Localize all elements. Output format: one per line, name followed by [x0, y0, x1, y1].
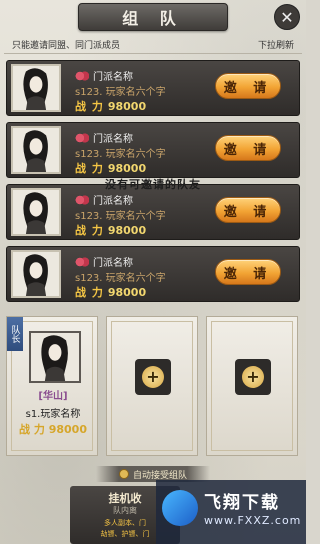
- invite-button[interactable]: 邀 请: [215, 259, 281, 285]
- member-row: 门派名称 s123. 玩家名六个字 战 力 98000 邀 请: [6, 246, 300, 302]
- power-value: 98000: [107, 224, 147, 237]
- close-icon[interactable]: ✕: [274, 4, 300, 30]
- power-label: 战 力: [75, 162, 104, 175]
- member-avatar: [11, 188, 61, 236]
- power-line: 战 力 98000: [75, 160, 146, 176]
- player-name: s123. 玩家名六个字: [75, 211, 166, 222]
- portrait-image: [13, 252, 59, 296]
- guild-line: 门派名称: [75, 192, 133, 207]
- guild-name: 门派名称: [93, 258, 133, 269]
- leader-tag: 队长: [7, 317, 23, 351]
- plus-icon: +: [142, 366, 164, 388]
- player-name: s123. 玩家名六个字: [75, 149, 166, 160]
- player-name: s123. 玩家名六个字: [75, 273, 166, 284]
- guild-emblem-icon: [75, 194, 89, 205]
- portrait-image: [13, 66, 59, 110]
- window-title: 组 队: [78, 3, 228, 31]
- team-panel: 队长 [华山] s1.玩家名称 战 力 98000 + +: [6, 316, 300, 456]
- power-value: 98000: [107, 100, 147, 113]
- power-label: 战 力: [75, 286, 104, 299]
- invite-button[interactable]: 邀 请: [215, 135, 281, 161]
- guild-name: 门派名称: [93, 196, 133, 207]
- add-member-button[interactable]: +: [235, 359, 271, 395]
- leader-power: 战 力 98000: [7, 421, 99, 437]
- player-name: s123. 玩家名六个字: [75, 87, 166, 98]
- plus-icon: +: [242, 366, 264, 388]
- power-value: 98000: [48, 423, 87, 436]
- power-line: 战 力 98000: [75, 284, 146, 300]
- portrait-image: [31, 333, 79, 381]
- power-label: 战 力: [75, 224, 104, 237]
- watermark-title: 飞翔下载: [204, 493, 280, 513]
- power-label: 战 力: [75, 100, 104, 113]
- power-value: 98000: [107, 162, 147, 175]
- leader-sect: [华山]: [38, 391, 68, 402]
- title-bar: 组 队 ✕: [0, 0, 306, 34]
- portrait-image: [13, 190, 59, 234]
- empty-hint: 没有可邀请的队友: [105, 178, 201, 191]
- guild-emblem-icon: [75, 70, 89, 81]
- member-row: 门派名称 s123. 玩家名六个字 战 力 98000 邀 请: [6, 184, 300, 240]
- guild-line: 门派名称: [75, 254, 133, 269]
- power-label: 战 力: [19, 423, 45, 436]
- power-value: 98000: [107, 286, 147, 299]
- invite-button[interactable]: 邀 请: [215, 197, 281, 223]
- check-icon: [118, 469, 129, 479]
- guild-name: 门派名称: [93, 72, 133, 83]
- power-line: 战 力 98000: [75, 222, 146, 238]
- guild-line: 门派名称: [75, 68, 133, 83]
- guild-emblem-icon: [75, 256, 89, 267]
- empty-slot: +: [106, 316, 198, 456]
- power-line: 战 力 98000: [75, 98, 146, 114]
- member-avatar: [11, 126, 61, 174]
- invite-button[interactable]: 邀 请: [215, 73, 281, 99]
- leader-name: s1.玩家名称: [25, 409, 81, 420]
- member-row: 门派名称 s123. 玩家名六个字 战 力 98000 邀 请: [6, 60, 300, 116]
- leader-card[interactable]: 队长 [华山] s1.玩家名称 战 力 98000: [6, 316, 98, 456]
- invite-rule-text: 只能邀请同盟、同门派成员: [12, 41, 121, 51]
- empty-slot: +: [206, 316, 298, 456]
- guild-line: 门派名称: [75, 130, 133, 145]
- leader-avatar: [29, 331, 81, 383]
- auto-accept-label: 自动接受组队: [132, 470, 187, 481]
- add-member-button[interactable]: +: [135, 359, 171, 395]
- portrait-image: [13, 128, 59, 172]
- watermark-url: www.FXXZ.com: [204, 514, 302, 527]
- pull-refresh-text[interactable]: 下拉刷新: [258, 38, 294, 51]
- guild-emblem-icon: [75, 132, 89, 143]
- guild-name: 门派名称: [93, 134, 133, 145]
- member-avatar: [11, 250, 61, 298]
- subheader: 只能邀请同盟、同门派成员 下拉刷新: [4, 36, 302, 54]
- member-row: 门派名称 s123. 玩家名六个字 战 力 98000 邀 请: [6, 122, 300, 178]
- member-avatar: [11, 64, 61, 112]
- watermark-logo-icon: [162, 490, 198, 526]
- watermark: 飞翔下载 www.FXXZ.com: [156, 480, 306, 544]
